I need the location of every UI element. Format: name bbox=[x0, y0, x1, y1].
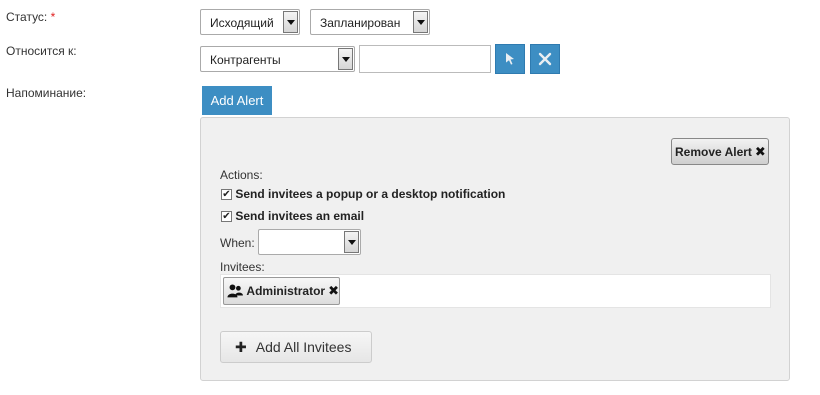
alert-panel: Remove Alert ✖ Actions: ✔ Send invitees … bbox=[200, 117, 790, 381]
users-icon bbox=[227, 284, 243, 298]
required-mark: * bbox=[50, 10, 56, 24]
remove-alert-button[interactable]: Remove Alert ✖ bbox=[671, 138, 769, 165]
popup-checkbox[interactable]: ✔ bbox=[221, 189, 232, 201]
email-checkbox[interactable]: ✔ bbox=[221, 211, 232, 223]
close-icon[interactable]: ✖ bbox=[328, 283, 339, 299]
invitees-list: Administrator ✖ bbox=[220, 274, 771, 308]
add-alert-button[interactable]: Add Alert bbox=[202, 86, 272, 115]
add-all-invitees-label: Add All Invitees bbox=[255, 339, 352, 355]
plus-icon: ✚ bbox=[235, 338, 247, 355]
direction-select[interactable]: Исходящий bbox=[200, 9, 300, 35]
invitees-label: Invitees: bbox=[220, 260, 265, 274]
email-option[interactable]: ✔ Send invitees an email bbox=[221, 209, 364, 223]
email-option-label: Send invitees an email bbox=[235, 209, 365, 223]
invitee-name: Administrator bbox=[246, 284, 326, 298]
when-select[interactable] bbox=[258, 229, 361, 255]
chevron-down-icon[interactable] bbox=[283, 11, 298, 33]
related-module-select[interactable]: Контрагенты bbox=[200, 46, 355, 72]
related-label: Относится к: bbox=[6, 44, 77, 58]
invitee-chip: Administrator ✖ bbox=[223, 277, 340, 305]
chevron-down-icon[interactable] bbox=[344, 231, 359, 253]
status-select[interactable]: Запланирован bbox=[310, 9, 430, 35]
close-icon bbox=[538, 52, 552, 66]
when-label: When: bbox=[220, 236, 255, 250]
status-value: Запланирован bbox=[320, 16, 401, 30]
status-label: Статус: * bbox=[6, 10, 55, 24]
cursor-arrow-icon bbox=[506, 53, 514, 65]
select-arrow-button[interactable] bbox=[495, 44, 525, 74]
chevron-down-icon[interactable] bbox=[413, 11, 428, 33]
actions-label: Actions: bbox=[220, 168, 263, 182]
add-all-invitees-button[interactable]: ✚ Add All Invitees bbox=[220, 331, 372, 363]
related-module-value: Контрагенты bbox=[210, 53, 281, 67]
related-name-input[interactable] bbox=[359, 45, 491, 73]
status-label-text: Статус: bbox=[6, 10, 48, 24]
direction-value: Исходящий bbox=[210, 16, 274, 30]
close-icon: ✖ bbox=[754, 143, 766, 159]
chevron-down-icon[interactable] bbox=[338, 48, 353, 70]
popup-option-label: Send invitees a popup or a desktop notif… bbox=[235, 187, 506, 201]
remove-alert-label: Remove Alert bbox=[675, 144, 752, 159]
clear-button[interactable] bbox=[530, 44, 560, 74]
popup-option[interactable]: ✔ Send invitees a popup or a desktop not… bbox=[221, 187, 505, 201]
reminder-label: Напоминание: bbox=[6, 86, 87, 100]
